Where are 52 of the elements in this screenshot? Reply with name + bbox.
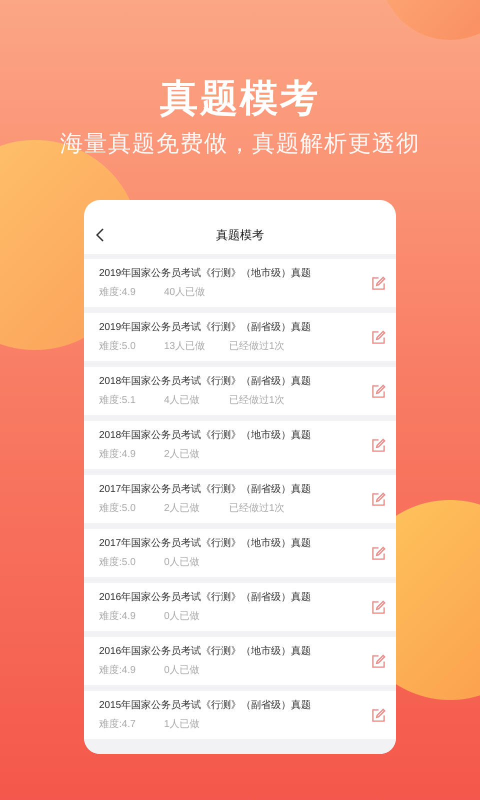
difficulty-text: 难度:4.9 xyxy=(99,287,137,299)
exam-row[interactable]: 2018年国家公务员考试《行测》（副省级）真题 难度:5.1 4人已做 已经做过1次 xyxy=(84,367,396,415)
exam-title: 2016年国家公务员考试《行测》（副省级）真题 xyxy=(99,591,312,605)
difficulty-text: 难度:5.1 xyxy=(99,395,137,407)
edit-icon[interactable] xyxy=(371,546,386,560)
exam-row[interactable]: 2016年国家公务员考试《行测》（副省级）真题 难度:4.9 0人已做 xyxy=(84,583,396,631)
edit-icon[interactable] xyxy=(371,438,386,452)
difficulty-text: 难度:4.7 xyxy=(99,719,137,731)
attempt-note: 已经做过1次 xyxy=(229,341,285,353)
done-count-text: 2人已做 xyxy=(164,503,201,515)
attempt-note: 已经做过1次 xyxy=(229,395,285,407)
back-icon[interactable] xyxy=(96,228,104,242)
done-count-text: 13人已做 xyxy=(164,341,206,353)
edit-icon[interactable] xyxy=(371,384,386,398)
exam-row[interactable]: 2019年国家公务员考试《行测》（地市级）真题 难度:4.9 40人已做 xyxy=(84,259,396,307)
exam-row[interactable]: 2016年国家公务员考试《行测》（地市级）真题 难度:4.9 0人已做 xyxy=(84,637,396,685)
exam-row[interactable]: 2018年国家公务员考试《行测》（地市级）真题 难度:4.9 2人已做 xyxy=(84,421,396,469)
difficulty-text: 难度:5.0 xyxy=(99,503,137,515)
exam-row[interactable]: 2015年国家公务员考试《行测》（副省级）真题 难度:4.7 1人已做 xyxy=(84,691,396,739)
difficulty-text: 难度:5.0 xyxy=(99,341,137,353)
exam-title: 2019年国家公务员考试《行测》（副省级）真题 xyxy=(99,321,312,335)
exam-row[interactable]: 2017年国家公务员考试《行测》（地市级）真题 难度:5.0 0人已做 xyxy=(84,529,396,577)
exam-title: 2015年国家公务员考试《行测》（副省级）真题 xyxy=(99,699,312,713)
difficulty-text: 难度:4.9 xyxy=(99,665,137,677)
exam-row[interactable]: 2019年国家公务员考试《行测》（副省级）真题 难度:5.0 13人已做 已经做过1次 xyxy=(84,313,396,361)
exam-title: 2019年国家公务员考试《行测》（地市级）真题 xyxy=(99,267,312,281)
exam-row[interactable]: 2017年国家公务员考试《行测》（副省级）真题 难度:5.0 2人已做 已经做过1次 xyxy=(84,475,396,523)
done-count-text: 40人已做 xyxy=(164,287,206,299)
difficulty-text: 难度:4.9 xyxy=(99,449,137,461)
exam-title: 2018年国家公务员考试《行测》（地市级）真题 xyxy=(99,429,312,443)
attempt-note: 已经做过1次 xyxy=(229,503,285,515)
difficulty-text: 难度:4.9 xyxy=(99,611,137,623)
edit-icon[interactable] xyxy=(371,276,386,290)
exam-title: 2016年国家公务员考试《行测》（地市级）真题 xyxy=(99,645,312,659)
done-count-text: 1人已做 xyxy=(164,719,201,731)
exam-title: 2018年国家公务员考试《行测》（副省级）真题 xyxy=(99,375,312,389)
screen-title: 真题模考 xyxy=(216,227,264,244)
edit-icon[interactable] xyxy=(371,492,386,506)
edit-icon[interactable] xyxy=(371,600,386,614)
edit-icon[interactable] xyxy=(371,708,386,722)
edit-icon[interactable] xyxy=(371,654,386,668)
difficulty-text: 难度:5.0 xyxy=(99,557,137,569)
subheadline: 海量真题免费做，真题解析更透彻 xyxy=(60,129,420,158)
edit-icon[interactable] xyxy=(371,330,386,344)
done-count-text: 0人已做 xyxy=(164,557,201,569)
done-count-text: 2人已做 xyxy=(164,449,201,461)
headline: 真题模考 xyxy=(160,77,320,122)
exam-title: 2017年国家公务员考试《行测》（地市级）真题 xyxy=(99,537,312,551)
exam-title: 2017年国家公务员考试《行测》（副省级）真题 xyxy=(99,483,312,497)
done-count-text: 4人已做 xyxy=(164,395,201,407)
done-count-text: 0人已做 xyxy=(164,611,201,623)
done-count-text: 0人已做 xyxy=(164,665,201,677)
